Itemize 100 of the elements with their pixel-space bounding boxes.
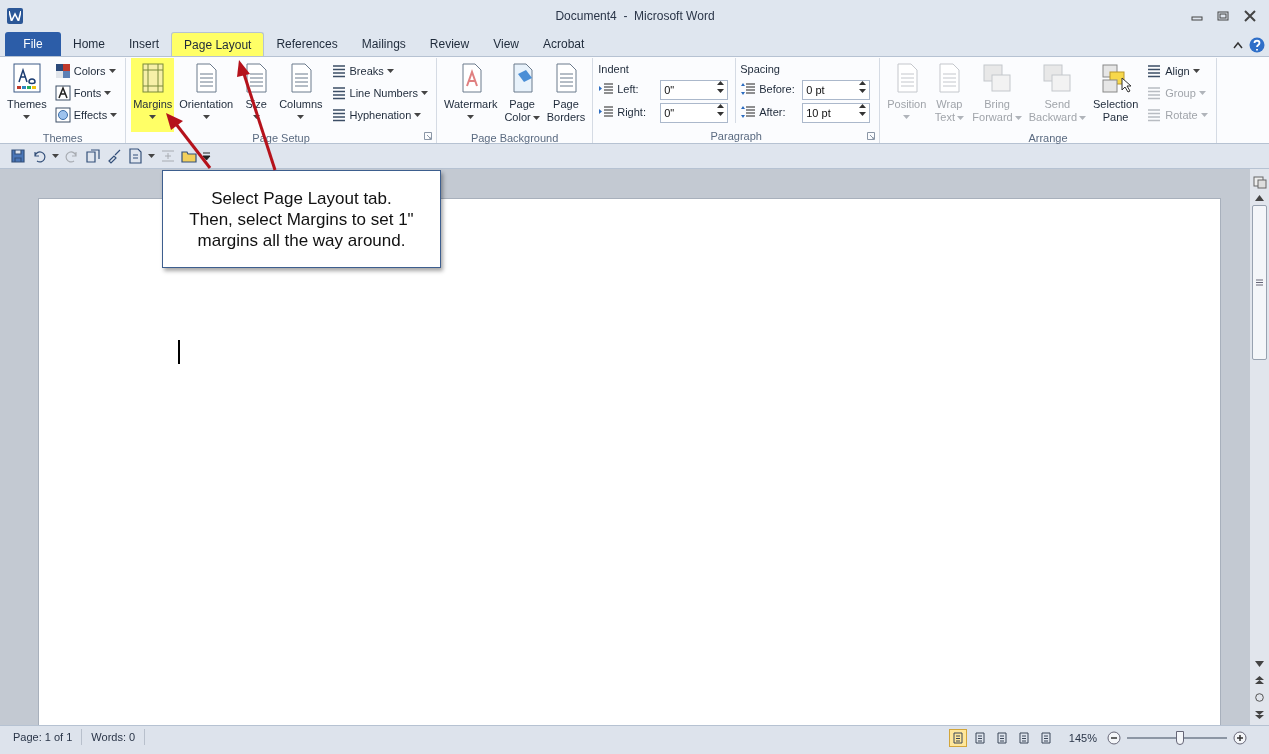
zoom-level[interactable]: 145% <box>1068 729 1097 747</box>
field-label: Before: <box>759 81 796 97</box>
ribbon-small-button[interactable]: Hyphenation <box>329 105 429 125</box>
ribbon-small-button[interactable]: Colors <box>53 61 119 81</box>
ribbon-tab[interactable]: References <box>264 32 350 56</box>
grip-icon <box>1256 279 1263 286</box>
scroll-arrow-icon[interactable] <box>1255 661 1264 667</box>
caret-icon <box>252 115 260 119</box>
scrollbar-thumb[interactable] <box>1252 205 1267 360</box>
ribbon-button[interactable]: Margins <box>131 58 175 132</box>
spin-field[interactable]: 0 pt <box>802 80 871 100</box>
caret-icon <box>297 115 305 119</box>
help-icon[interactable] <box>1249 37 1265 53</box>
hyphenation-icon <box>330 107 347 123</box>
ribbon-tab[interactable]: Insert <box>117 32 172 56</box>
ribbon-tab[interactable]: Mailings <box>349 32 418 56</box>
spinner-icon[interactable] <box>717 103 725 117</box>
ribbon-tab[interactable]: File <box>5 32 61 56</box>
browse-object-icon[interactable] <box>1255 693 1264 702</box>
group-label: Arrange <box>1028 132 1068 144</box>
ribbon-button[interactable]: Page Color <box>502 58 542 132</box>
ribbon-small-button[interactable]: Fonts <box>53 83 119 103</box>
close-icon[interactable] <box>1243 10 1257 22</box>
zoom-slider[interactable] <box>1127 731 1227 745</box>
copy-icon[interactable] <box>85 148 101 164</box>
folder-icon[interactable] <box>181 148 197 164</box>
field-label: After: <box>759 104 787 120</box>
caret-icon <box>52 154 59 158</box>
word-logo-icon <box>7 8 23 24</box>
previous-page-icon[interactable] <box>1255 676 1264 684</box>
line-spacing-icon <box>740 82 757 96</box>
caret-icon <box>532 115 540 120</box>
ribbon-button[interactable]: Themes <box>5 58 49 132</box>
indent-icon <box>598 105 615 119</box>
numbered-page-icon[interactable] <box>127 148 143 164</box>
save-icon[interactable] <box>10 148 26 164</box>
caret-icon <box>386 69 394 73</box>
next-page-icon[interactable] <box>1255 711 1264 719</box>
caret-icon <box>23 115 31 119</box>
dialog-launcher-icon[interactable] <box>424 132 432 140</box>
window-title: Document4 - Microsoft Word <box>554 8 716 25</box>
palette-icon <box>10 62 43 94</box>
line-numbers-icon <box>330 85 347 101</box>
indent-icon <box>598 82 615 96</box>
fonts-icon <box>54 85 71 101</box>
caret-icon <box>148 154 155 158</box>
spinner-icon[interactable] <box>859 103 867 117</box>
spin-field[interactable]: 10 pt <box>802 103 871 123</box>
zoom-slider-thumb[interactable] <box>1176 731 1184 745</box>
spinner-icon[interactable] <box>859 80 867 94</box>
dialog-launcher-icon[interactable] <box>867 132 876 140</box>
zoom-out-icon[interactable] <box>1107 731 1121 745</box>
ribbon-tab[interactable]: Home <box>61 32 117 56</box>
undo-icon[interactable] <box>31 148 47 164</box>
align-icon <box>1146 63 1163 79</box>
breaks-icon <box>330 63 347 79</box>
selection-pane-icon <box>1099 62 1132 94</box>
ribbon-button[interactable]: Columns <box>277 58 325 132</box>
ribbon-tab[interactable]: Acrobat <box>530 32 597 56</box>
caret-icon <box>414 113 422 117</box>
brush-icon[interactable] <box>106 148 122 164</box>
pointer-arrow <box>166 113 212 169</box>
ribbon-small-button[interactable]: Align <box>1145 61 1209 81</box>
view-mode-icon[interactable] <box>948 729 967 747</box>
ribbon-button[interactable]: Orientation <box>177 58 236 132</box>
ribbon-button[interactable]: Watermark <box>442 58 500 132</box>
ruler-toggle-icon[interactable] <box>1252 175 1267 189</box>
ribbon-tab[interactable]: Review <box>417 32 482 56</box>
group-label: Themes <box>42 132 83 144</box>
ribbon-small-button[interactable]: Breaks <box>329 61 429 81</box>
text-cursor <box>178 340 180 364</box>
word-count[interactable]: Words: 0 <box>82 729 146 745</box>
page-count[interactable]: Page: 1 of 1 <box>0 729 83 745</box>
zoom-in-icon[interactable] <box>1233 731 1247 745</box>
spin-field[interactable]: 0" <box>660 103 729 123</box>
ribbon-small-button[interactable]: Line Numbers <box>329 83 429 103</box>
ribbon-small-button[interactable]: Effects <box>53 105 119 125</box>
collapse-ribbon-icon[interactable] <box>1233 41 1243 49</box>
vertical-scrollbar[interactable] <box>1250 169 1269 725</box>
spin-field[interactable]: 0" <box>660 80 729 100</box>
caret-icon <box>1079 115 1086 120</box>
caret-icon <box>467 115 475 119</box>
ribbon-button[interactable]: Selection Pane <box>1091 58 1141 132</box>
callout-text: Select Page Layout tab. Then, select Margins to set 1" margins all the way around. <box>189 187 414 251</box>
ribbon-tab[interactable]: Page Layout <box>171 32 265 56</box>
field-label: Left: <box>617 81 640 97</box>
caret-icon <box>110 113 118 117</box>
rotate-icon <box>1146 107 1163 123</box>
colors-icon <box>54 63 71 79</box>
section-heading: Spacing <box>740 62 781 77</box>
customize-toolbar-icon[interactable] <box>202 152 211 160</box>
scroll-arrow-icon[interactable] <box>1255 195 1264 201</box>
field-label: Right: <box>617 104 647 120</box>
ribbon-button[interactable]: Page Borders <box>544 58 588 132</box>
caret-icon <box>149 115 157 119</box>
caret-icon <box>1200 113 1208 117</box>
caret-icon <box>903 115 911 119</box>
restore-icon[interactable] <box>1217 11 1229 21</box>
spinner-icon[interactable] <box>717 80 725 94</box>
ribbon-tab[interactable]: View <box>481 32 531 56</box>
